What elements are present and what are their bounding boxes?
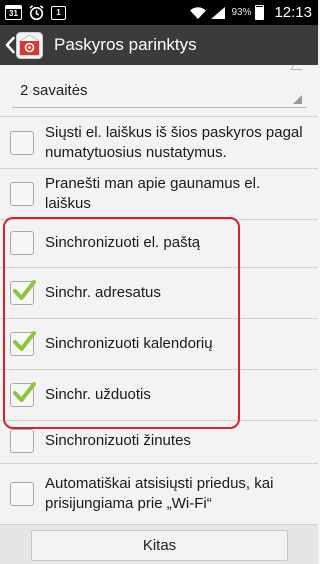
checkbox[interactable] xyxy=(10,331,36,356)
checkmark-icon xyxy=(13,280,36,300)
bottom-bar: Kitas xyxy=(0,524,318,564)
checkbox[interactable] xyxy=(10,429,34,453)
checkbox[interactable] xyxy=(10,131,34,155)
option-label: Sinchronizuoti žinutes xyxy=(45,432,191,449)
next-button[interactable]: Kitas xyxy=(31,530,288,561)
checkbox[interactable] xyxy=(10,280,36,305)
option-row[interactable]: Siųsti el. laiškus iš šios paskyros paga… xyxy=(0,118,318,168)
sync-period-value: 2 savaitės xyxy=(20,82,88,99)
calendar-day: 31 xyxy=(9,9,18,18)
option-label: Automatiškai atsisiųsti priedus, kai pri… xyxy=(45,475,274,512)
option-label: Sinchr. adresatus xyxy=(45,284,161,301)
checkmark-icon xyxy=(13,382,36,402)
option-row[interactable]: Sinchr. adresatus xyxy=(0,268,318,318)
option-label: Sinchr. užduotis xyxy=(45,386,151,403)
wifi-icon xyxy=(190,6,207,19)
notification-badge: 1 xyxy=(56,7,61,17)
battery-percent: 93% xyxy=(231,7,252,18)
status-bar: 31 1 93% 12:13 xyxy=(0,0,318,25)
checkbox[interactable] xyxy=(10,382,36,407)
alarm-icon xyxy=(29,5,44,21)
action-bar: Paskyros parinktys xyxy=(0,25,318,65)
option-label: Sinchronizuoti kalendorių xyxy=(45,335,213,352)
page-title: Paskyros parinktys xyxy=(54,35,197,54)
option-row[interactable]: Automatiškai atsisiųsti priedus, kai pri… xyxy=(0,466,318,522)
checkmark-icon xyxy=(13,331,36,351)
option-label: Sinchronizuoti el. paštą xyxy=(45,234,201,251)
checkbox[interactable] xyxy=(10,182,34,206)
email-app-icon[interactable] xyxy=(16,31,43,59)
option-label: Siųsti el. laiškus iš šios paskyros paga… xyxy=(45,124,303,161)
signal-icon xyxy=(211,6,226,19)
option-row[interactable]: Sinchr. užduotis xyxy=(0,370,318,420)
option-row[interactable]: Sinchronizuoti žinutes xyxy=(0,421,318,461)
dropdown-arrow-icon xyxy=(293,95,302,104)
previous-setting-edge xyxy=(0,64,318,71)
divider xyxy=(0,116,318,117)
notification-icon: 1 xyxy=(51,5,66,20)
clock-time: 12:13 xyxy=(274,4,312,21)
option-label: Pranešti man apie gaunamus el. laiškus xyxy=(45,175,261,212)
option-row[interactable]: Sinchronizuoti kalendorių xyxy=(0,319,318,369)
checkbox[interactable] xyxy=(10,231,34,255)
chevron-left-icon[interactable] xyxy=(4,36,16,54)
sync-period-dropdown[interactable]: 2 savaitės xyxy=(12,74,306,108)
option-row[interactable]: Pranešti man apie gaunamus el. laiškus xyxy=(0,169,318,219)
back-button[interactable] xyxy=(0,25,47,65)
calendar-icon: 31 xyxy=(5,5,22,20)
option-row[interactable]: Sinchronizuoti el. paštą xyxy=(0,220,318,266)
checkbox[interactable] xyxy=(10,482,34,506)
battery-icon xyxy=(255,5,265,20)
divider xyxy=(0,463,318,464)
